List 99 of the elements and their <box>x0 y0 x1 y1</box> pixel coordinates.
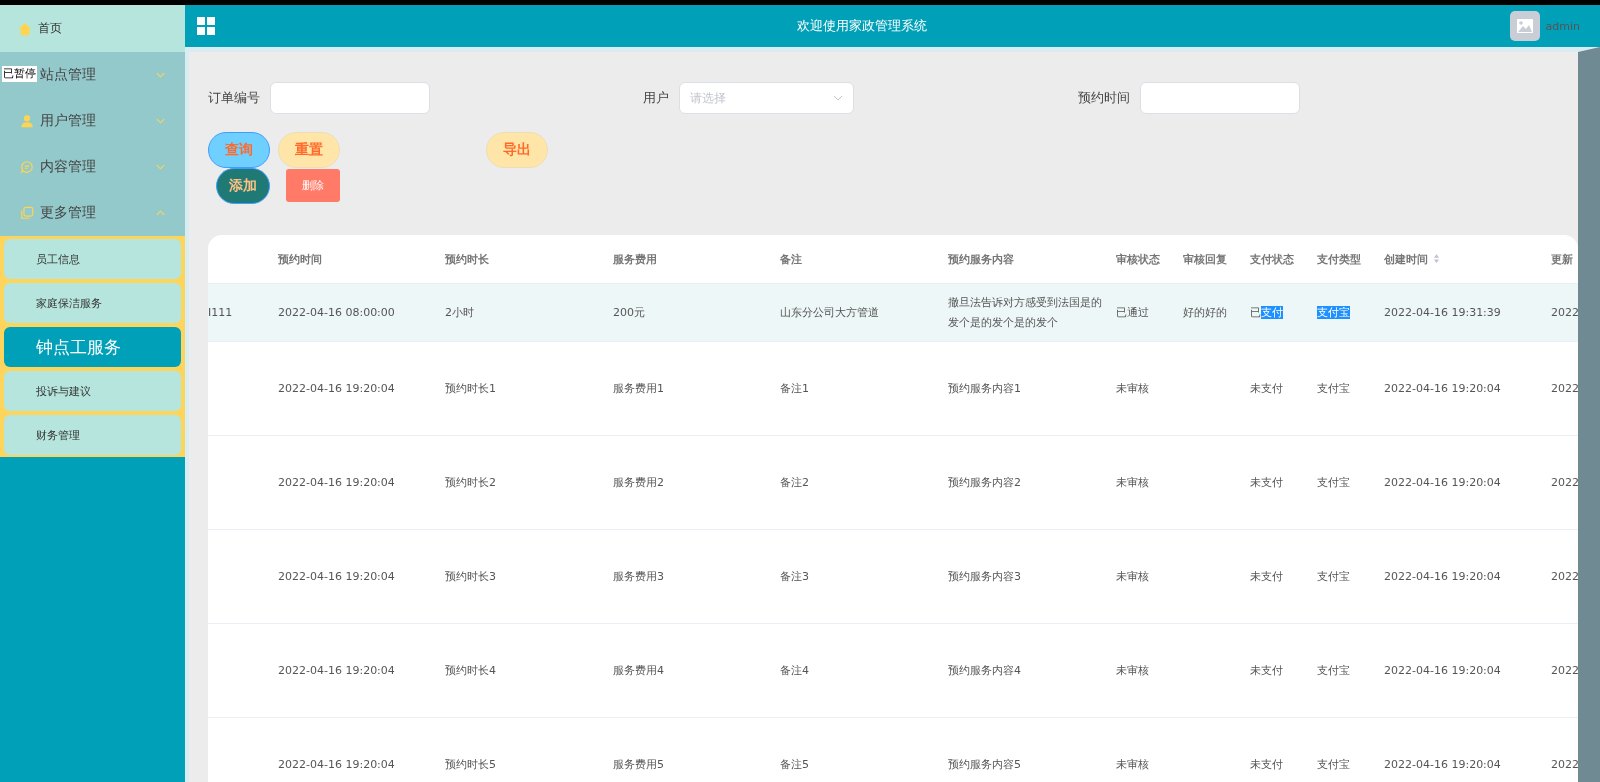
table-cell-text: 预约服务内容3 <box>948 568 1021 585</box>
username: admin <box>1545 19 1580 33</box>
chevron-icon <box>833 95 843 101</box>
table-cell-text: 预约服务内容2 <box>948 474 1021 491</box>
table-cell-text: 2022 <box>1551 380 1578 397</box>
table-cell-text: 备注2 <box>780 474 809 491</box>
table-cell-text: 支付宝 <box>1317 304 1350 321</box>
table-cell-text: 2022-04-16 19:20:04 <box>278 568 395 585</box>
column-header: 预约时间 <box>278 252 322 266</box>
table-cell-text: 2022-04-16 19:20:04 <box>278 662 395 679</box>
table-cell-text: 已通过 <box>1116 304 1149 321</box>
table-cell-text: 未审核 <box>1116 380 1149 397</box>
table-cell-text: 支付宝 <box>1317 474 1350 491</box>
image-placeholder-icon[interactable] <box>1509 11 1540 41</box>
table-cell-text: 支付宝 <box>1317 380 1350 397</box>
chat-icon <box>20 160 34 174</box>
table-cell-text: 已支付 <box>1250 304 1283 321</box>
column-header: 审核回复 <box>1183 252 1227 266</box>
column-header: 支付类型 <box>1317 252 1361 266</box>
column-header: 审核状态 <box>1116 252 1160 266</box>
table-cell-text: 2小时 <box>445 304 474 321</box>
table-cell-text: 2022-04-16 19:20:04 <box>278 474 395 491</box>
table-cell-text: 2022-04-16 19:20:04 <box>1384 568 1501 585</box>
table-cell-text: 2022-04-16 19:20:04 <box>1384 756 1501 773</box>
table-cell-text: 支付宝 <box>1317 568 1350 585</box>
table-cell-text: 2022-04-16 19:20:04 <box>278 756 395 773</box>
copy-icon <box>20 206 34 220</box>
table-cell-text: 2022 <box>1551 568 1578 585</box>
table-cell-text: 备注5 <box>780 756 809 773</box>
column-header: 预约服务内容 <box>948 252 1014 266</box>
table-cell-text: 服务费用3 <box>613 568 664 585</box>
submenu-item[interactable]: 钟点工服务 <box>4 327 181 367</box>
table-cell-text: 未支付 <box>1250 474 1283 491</box>
table-cell-text: 2022-04-16 19:20:04 <box>278 380 395 397</box>
filter-label: 预约时间 <box>1078 89 1130 107</box>
table-cell-text: 备注4 <box>780 662 809 679</box>
table-cell-text: 2022-04-16 19:20:04 <box>1384 662 1501 679</box>
column-header: 更新 <box>1551 252 1573 266</box>
submenu-item[interactable]: 投诉与建议 <box>4 371 181 411</box>
menu-icon[interactable] <box>197 17 215 35</box>
table-cell-text: 撤旦法告诉对方感受到法国是的发个是的发个是的发个 <box>948 294 1103 331</box>
table-cell-text: 未审核 <box>1116 474 1149 491</box>
table-cell-text: 服务费用2 <box>613 474 664 491</box>
table-cell-text: 2022 <box>1551 756 1578 773</box>
submenu-item[interactable]: 财务管理 <box>4 415 181 455</box>
table-cell-text: 服务费用4 <box>613 662 664 679</box>
menu-item[interactable]: 更多管理 <box>0 190 185 236</box>
table-cell-text: 预约时长3 <box>445 568 496 585</box>
table-cell-text: 备注3 <box>780 568 809 585</box>
status-overlay: 已暂停 <box>2 66 37 82</box>
sort-icon[interactable] <box>1433 252 1440 264</box>
submenu-item[interactable]: 家庭保洁服务 <box>4 283 181 323</box>
user-icon <box>20 114 34 128</box>
table-cell-text: 未审核 <box>1116 756 1149 773</box>
submenu-item[interactable]: 员工信息 <box>4 239 181 279</box>
add-button[interactable]: 添加 <box>216 168 270 204</box>
filter-label: 用户 <box>643 89 669 107</box>
table-cell-text: 未审核 <box>1116 662 1149 679</box>
table-cell-text: 2022-04-16 08:00:00 <box>278 304 395 321</box>
table-cell-text: 200元 <box>613 304 645 321</box>
table-cell-text: 未支付 <box>1250 568 1283 585</box>
table-cell-text: 预约服务内容4 <box>948 662 1021 679</box>
table-cell-text: 2022-04-16 19:31:39 <box>1384 304 1501 321</box>
column-header: 预约时长 <box>445 252 489 266</box>
table-cell-text: 服务费用5 <box>613 756 664 773</box>
table-cell-text: 2022 <box>1551 474 1578 491</box>
table-cell-text: I111 <box>208 304 233 321</box>
table-cell-text: 2022 <box>1551 662 1578 679</box>
column-header: 创建时间 <box>1384 252 1428 266</box>
table-cell-text: 未支付 <box>1250 756 1283 773</box>
column-header: 服务费用 <box>613 252 657 266</box>
table-cell-text: 预约服务内容5 <box>948 756 1021 773</box>
page-title: 欢迎使用家政管理系统 <box>796 17 929 35</box>
table-cell-text: 2022 <box>1551 304 1578 321</box>
table-cell-text: 好的好的 <box>1183 304 1227 321</box>
menu-item[interactable]: 内容管理 <box>0 144 185 190</box>
table-cell-text: 未支付 <box>1250 662 1283 679</box>
filter-label: 订单编号 <box>208 89 260 107</box>
table-cell-text: 2022-04-16 19:20:04 <box>1384 474 1501 491</box>
table-cell-text: 未审核 <box>1116 568 1149 585</box>
table-cell-text: 服务费用1 <box>613 380 664 397</box>
table-cell-text: 支付宝 <box>1317 756 1350 773</box>
table-cell-text: 预约时长2 <box>445 474 496 491</box>
table-cell-text: 未支付 <box>1250 380 1283 397</box>
input-field[interactable] <box>270 82 430 114</box>
home-menu-item[interactable]: 首页 <box>0 5 185 52</box>
table-cell-text: 预约时长5 <box>445 756 496 773</box>
table-cell-text: 预约时长1 <box>445 380 496 397</box>
menu-item[interactable]: 用户管理 <box>0 98 185 144</box>
home-icon <box>18 21 32 36</box>
table-cell-text: 预约服务内容1 <box>948 380 1021 397</box>
table-cell-text: 预约时长4 <box>445 662 496 679</box>
table-cell-text: 2022-04-16 19:20:04 <box>1384 380 1501 397</box>
table-cell-text: 山东分公司大方管道 <box>780 304 879 321</box>
column-header: 备注 <box>780 252 802 266</box>
input-field[interactable] <box>1140 82 1300 114</box>
table-cell-text: 备注1 <box>780 380 809 397</box>
table-cell-text: 支付宝 <box>1317 662 1350 679</box>
column-header: 支付状态 <box>1250 252 1294 266</box>
